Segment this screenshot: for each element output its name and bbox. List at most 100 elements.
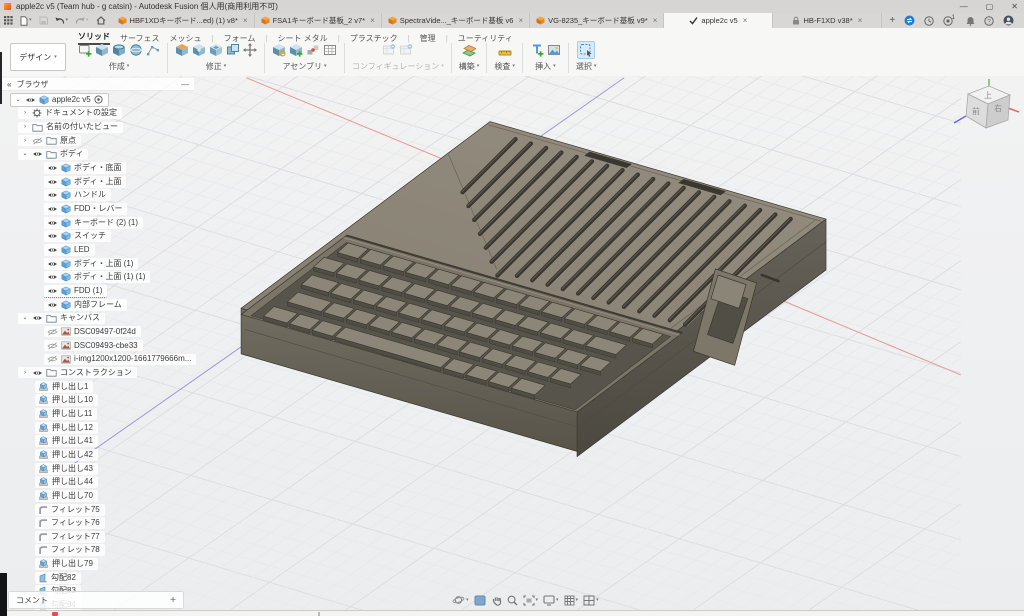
add-comment-button[interactable]: + xyxy=(170,595,176,606)
browser-tree-row[interactable]: 押し出し70 xyxy=(2,489,194,503)
chevron-icon[interactable]: ⌄ xyxy=(21,315,29,321)
chevron-icon[interactable]: ⌄ xyxy=(21,151,29,157)
insert-shape-icon[interactable] xyxy=(530,43,544,57)
fit-icon[interactable]: ▾ xyxy=(523,595,539,606)
presspull-icon[interactable] xyxy=(175,43,189,57)
browser-tree-row[interactable]: フィレット75 xyxy=(2,503,194,517)
browser-tree-row[interactable]: 押し出し79 xyxy=(2,557,194,571)
redo-icon[interactable]: ▾ xyxy=(75,16,89,25)
visibility-eye-icon[interactable] xyxy=(32,369,43,377)
visibility-eye-icon[interactable] xyxy=(47,219,58,227)
browser-tree-row[interactable]: 押し出し1 xyxy=(2,380,194,394)
shell-icon[interactable] xyxy=(209,43,223,57)
timeline-strip[interactable] xyxy=(0,610,1024,616)
visibility-eye-icon[interactable] xyxy=(32,150,43,158)
ribbon-group-label[interactable]: 選択▾ xyxy=(576,61,597,72)
display-settings-icon[interactable]: ▾ xyxy=(543,595,559,606)
maximize-button[interactable]: ▢ xyxy=(986,2,994,11)
pan-icon[interactable] xyxy=(491,595,502,606)
visibility-eye-off-icon[interactable] xyxy=(47,328,58,336)
browser-tree-row[interactable]: 押し出し44 xyxy=(2,475,194,489)
look-at-icon[interactable] xyxy=(474,595,486,606)
panel-minimize-icon[interactable]: — xyxy=(181,80,189,89)
avatar-icon[interactable] xyxy=(1003,15,1014,26)
visibility-eye-icon[interactable] xyxy=(47,232,58,240)
browser-tree-row[interactable]: ⌄apple2c v5 xyxy=(2,93,194,107)
timeline-marker[interactable] xyxy=(52,612,58,616)
browser-tree-row[interactable]: 押し出し10 xyxy=(2,393,194,407)
browser-tree-row[interactable]: スイッチ xyxy=(2,230,194,244)
close-tab-icon[interactable]: × xyxy=(743,16,748,25)
app-grid-icon[interactable] xyxy=(4,16,13,25)
close-tab-icon[interactable]: × xyxy=(243,16,248,25)
browser-tree-row[interactable]: FDD・レバー xyxy=(2,202,194,216)
viewport-canvas[interactable]: « ブラウザ — ⌄apple2c v5 ›ドキュメントの設定 ›名前の付いたビ… xyxy=(0,76,1024,616)
new-tab-button[interactable]: + xyxy=(882,13,902,28)
config-table-icon[interactable] xyxy=(399,43,413,57)
browser-tree-row[interactable]: 押し出し43 xyxy=(2,462,194,476)
browser-tree-row[interactable]: フィレット78 xyxy=(2,544,194,558)
comment-bar[interactable]: コメント + xyxy=(8,591,184,609)
activate-component-icon[interactable] xyxy=(94,95,103,104)
combine-icon[interactable] xyxy=(226,43,240,57)
browser-tree-row[interactable]: ハンドル xyxy=(2,189,194,203)
browser-tree-row[interactable]: ›コンストラクション xyxy=(2,366,194,380)
minimize-button[interactable]: — xyxy=(960,2,968,11)
visibility-eye-icon[interactable] xyxy=(47,246,58,254)
select-box-icon[interactable] xyxy=(577,41,595,59)
orbit-icon[interactable]: ▾ xyxy=(452,594,469,606)
ribbon-group-label[interactable]: コンフィギュレーション▾ xyxy=(352,61,444,72)
sphere-icon[interactable] xyxy=(129,43,143,57)
ribbon-group-label[interactable]: 構築▾ xyxy=(459,61,480,72)
config-table-icon[interactable] xyxy=(382,43,396,57)
bell-icon[interactable] xyxy=(966,16,975,26)
close-tab-icon[interactable]: × xyxy=(370,16,375,25)
zoom-icon[interactable] xyxy=(507,595,518,606)
browser-tree-row[interactable]: フィレット76 xyxy=(2,516,194,530)
canvas-icon[interactable] xyxy=(547,43,561,57)
browser-tree-row[interactable]: 押し出し12 xyxy=(2,421,194,435)
chevron-icon[interactable]: › xyxy=(21,138,29,144)
browser-tree-row[interactable]: ボディ・底面 xyxy=(2,161,194,175)
document-tab[interactable]: apple2c v5 × xyxy=(664,13,773,28)
document-tab[interactable]: FSA1キーボード基板_2 v7* × xyxy=(255,13,382,28)
ribbon-group-label[interactable]: 検査▾ xyxy=(494,61,515,72)
home-icon[interactable] xyxy=(96,16,106,25)
chevron-icon[interactable]: ⌄ xyxy=(14,97,22,103)
browser-tree-row[interactable]: ボディ・上面 xyxy=(2,175,194,189)
visibility-eye-icon[interactable] xyxy=(47,301,58,309)
visibility-eye-icon[interactable] xyxy=(47,287,58,295)
recent-icon[interactable] xyxy=(924,16,934,26)
box-icon[interactable] xyxy=(95,43,109,57)
visibility-eye-icon[interactable] xyxy=(47,260,58,268)
browser-tree-row[interactable]: 押し出し41 xyxy=(2,434,194,448)
visibility-eye-off-icon[interactable] xyxy=(32,137,43,145)
visibility-eye-icon[interactable] xyxy=(25,96,36,104)
move-icon[interactable] xyxy=(243,43,257,57)
browser-tree-row[interactable]: 押し出し42 xyxy=(2,448,194,462)
browser-tree-row[interactable]: 内部フレーム xyxy=(2,298,194,312)
ribbon-group-label[interactable]: 修正▾ xyxy=(206,61,227,72)
notification-count-icon[interactable]: 1 xyxy=(943,16,957,26)
browser-tree-row[interactable]: フィレット77 xyxy=(2,530,194,544)
close-button[interactable]: ✕ xyxy=(1011,2,1018,11)
document-tab[interactable]: HBF1XDキーボード...ed) (1) v8* × xyxy=(112,13,255,28)
browser-tree-row[interactable]: ⌄キャンバス xyxy=(2,312,194,326)
visibility-eye-icon[interactable] xyxy=(47,273,58,281)
browser-tree-row[interactable]: ボディ・上面 (1) xyxy=(2,257,194,271)
close-tab-icon[interactable]: × xyxy=(653,16,658,25)
browser-tree-row[interactable]: ボディ・上面 (1) (1) xyxy=(2,271,194,285)
browser-tree-row[interactable]: i-img1200x1200-1661779666m... xyxy=(2,352,194,366)
bom-table-icon[interactable] xyxy=(323,43,337,57)
browser-tree-row[interactable]: 押し出し11 xyxy=(2,407,194,421)
browser-tree-row[interactable]: DSC09493-cbe33 xyxy=(2,339,194,353)
chevron-icon[interactable]: › xyxy=(21,370,29,376)
visibility-eye-icon[interactable] xyxy=(47,178,58,186)
browser-tree-row[interactable]: 勾配82 xyxy=(2,571,194,585)
measure-icon[interactable] xyxy=(498,43,512,57)
viewcube[interactable]: 上 前 右 xyxy=(944,78,1022,140)
browser-tree-row[interactable]: ›ドキュメントの設定 xyxy=(2,107,194,121)
browser-tree-row[interactable]: ›名前の付いたビュー xyxy=(2,120,194,134)
ribbon-group-label[interactable]: アセンブリ▾ xyxy=(282,61,326,72)
visibility-eye-off-icon[interactable] xyxy=(47,355,58,363)
